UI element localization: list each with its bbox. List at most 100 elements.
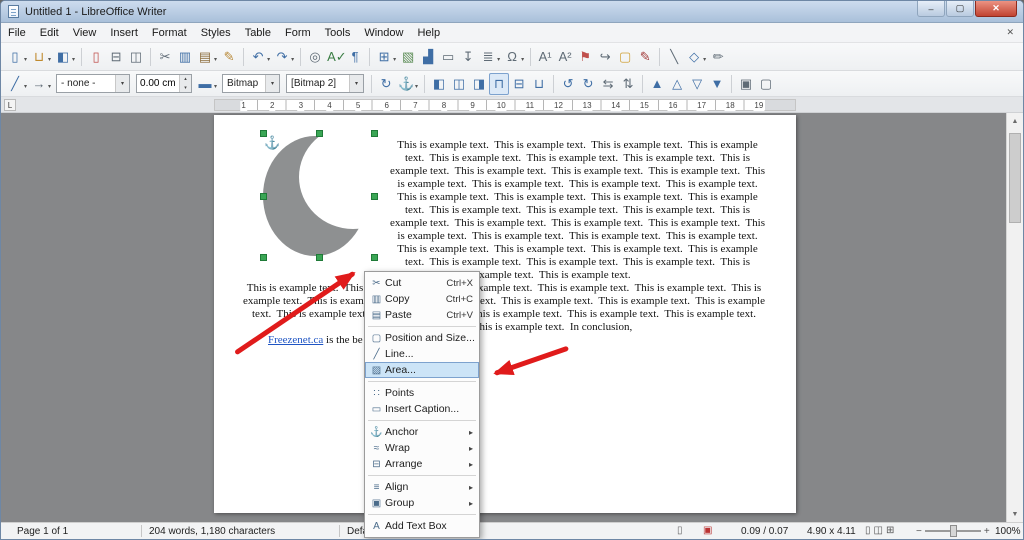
paste-button[interactable]: ▤: [195, 46, 219, 68]
menu-tools[interactable]: Tools: [318, 25, 358, 41]
print-preview-button[interactable]: ◫: [126, 46, 146, 68]
align-right-button[interactable]: ◨: [469, 73, 489, 95]
bring-to-front-button[interactable]: ▲: [647, 73, 667, 95]
document-modified-icon[interactable]: ▣: [703, 525, 712, 536]
export-pdf-button[interactable]: ▯: [86, 46, 106, 68]
special-character-button[interactable]: Ω: [502, 46, 526, 68]
spinner-arrows[interactable]: [179, 75, 192, 92]
page[interactable]: ⚓ This is example text. This is example …: [214, 115, 796, 513]
insert-chart-button[interactable]: ▟: [418, 46, 438, 68]
menu-insert[interactable]: Insert: [103, 25, 145, 41]
page-count[interactable]: Page 1 of 1: [17, 526, 68, 537]
flip-vertical-button[interactable]: ⇅: [618, 73, 638, 95]
context-menu-item-add-text-box[interactable]: A Add Text Box: [365, 518, 479, 534]
freezenet-link[interactable]: Freezenet.ca: [268, 334, 323, 346]
open-button[interactable]: ⊔: [29, 46, 53, 68]
group-button[interactable]: ▣: [736, 73, 756, 95]
object-size[interactable]: 4.90 x 4.11: [807, 526, 856, 537]
context-menu-item-anchor[interactable]: ⚓ Anchor ▸: [365, 424, 479, 440]
selection-handle[interactable]: [371, 254, 378, 261]
insert-bookmark-button[interactable]: ⚑: [575, 46, 595, 68]
selection-mode-icon[interactable]: ▯: [677, 525, 683, 536]
context-menu-item-points[interactable]: ∷ Points: [365, 385, 479, 401]
arrow-style-button[interactable]: →: [29, 73, 53, 95]
print-button[interactable]: ⊟: [106, 46, 126, 68]
rotate-button[interactable]: ↻: [376, 73, 396, 95]
line-style-button[interactable]: ╱: [5, 73, 29, 95]
show-draw-functions-button[interactable]: ✏: [708, 46, 728, 68]
align-left-button[interactable]: ◧: [429, 73, 449, 95]
vertical-scrollbar[interactable]: [1006, 113, 1023, 522]
zoom-level[interactable]: 100%: [995, 526, 1021, 537]
area-style-select[interactable]: Bitmap: [222, 74, 281, 93]
toolbar-button[interactable]: [642, 74, 644, 93]
send-to-back-button[interactable]: ▼: [707, 73, 727, 95]
anchor-button[interactable]: ⚓: [396, 73, 420, 95]
zoom-in-button[interactable]: +: [981, 526, 993, 537]
formatting-marks-button[interactable]: ¶: [345, 46, 365, 68]
cross-reference-button[interactable]: ↪: [595, 46, 615, 68]
word-count[interactable]: 204 words, 1,180 characters: [149, 526, 275, 537]
selection-handle[interactable]: [371, 193, 378, 200]
basic-shapes-button[interactable]: ◇: [684, 46, 708, 68]
context-menu-item-position-and-size[interactable]: ▢ Position and Size...: [365, 330, 479, 346]
ruler-strip[interactable]: 1 2 3 4 5 6 7 8 9 10 11 12 13 14 15 16 1…: [214, 99, 796, 111]
menu-table[interactable]: Table: [238, 25, 278, 41]
close-document-button[interactable]: ✕: [1003, 27, 1017, 38]
zoom-out-button[interactable]: −: [913, 526, 925, 537]
context-menu-item-arrange[interactable]: ⊟ Arrange ▸: [365, 456, 479, 472]
tab-stop-selector[interactable]: L: [4, 99, 16, 111]
context-menu-item[interactable]: [365, 378, 479, 385]
send-backward-button[interactable]: ▽: [687, 73, 707, 95]
insert-table-button[interactable]: ⊞: [374, 46, 398, 68]
align-bottom-button[interactable]: ⊔: [529, 73, 549, 95]
menu-window[interactable]: Window: [357, 25, 410, 41]
context-menu-item-area[interactable]: ▨ Area...: [365, 362, 479, 378]
menu-file[interactable]: File: [1, 25, 33, 41]
context-menu-item-paste[interactable]: ▤ Paste Ctrl+V: [365, 307, 479, 323]
toolbar-button[interactable]: [81, 47, 83, 66]
single-page-view-icon[interactable]: ▯: [865, 525, 871, 536]
context-menu-item[interactable]: [365, 417, 479, 424]
line-style-select[interactable]: - none -: [56, 74, 131, 93]
context-menu-item-group[interactable]: ▣ Group ▸: [365, 495, 479, 511]
flip-horizontal-button[interactable]: ⇆: [598, 73, 618, 95]
context-menu-item-align[interactable]: ≡ Align ▸: [365, 479, 479, 495]
ungroup-button[interactable]: ▢: [756, 73, 776, 95]
toolbar-button[interactable]: [300, 47, 302, 66]
insert-comment-button[interactable]: ▢: [615, 46, 635, 68]
rotate-right-button[interactable]: ↻: [578, 73, 598, 95]
save-button[interactable]: ◧: [53, 46, 77, 68]
cut-button[interactable]: ✂: [155, 46, 175, 68]
toolbar-button[interactable]: [731, 74, 733, 93]
toolbar-button[interactable]: [530, 47, 532, 66]
insert-footnote-button[interactable]: A¹: [535, 46, 555, 68]
scroll-up-button[interactable]: [1007, 113, 1023, 129]
toolbar-button[interactable]: [371, 74, 373, 93]
find-replace-button[interactable]: ◎: [305, 46, 325, 68]
bring-forward-button[interactable]: △: [667, 73, 687, 95]
insert-endnote-button[interactable]: A²: [555, 46, 575, 68]
copy-button[interactable]: ▥: [175, 46, 195, 68]
page-break-button[interactable]: ↧: [458, 46, 478, 68]
selection-handle[interactable]: [371, 130, 378, 137]
scrollbar-thumb[interactable]: [1009, 133, 1021, 223]
context-menu-item[interactable]: [365, 472, 479, 479]
context-menu-item[interactable]: [365, 323, 479, 330]
selection-handle[interactable]: [316, 254, 323, 261]
context-menu-item-cut[interactable]: ✂ Cut Ctrl+X: [365, 275, 479, 291]
align-center-button[interactable]: ◫: [449, 73, 469, 95]
area-fill-select[interactable]: [Bitmap 2]: [286, 74, 365, 93]
track-changes-button[interactable]: ✎: [635, 46, 655, 68]
menu-form[interactable]: Form: [278, 25, 318, 41]
context-menu-item-wrap[interactable]: ≈ Wrap ▸: [365, 440, 479, 456]
multi-page-view-icon[interactable]: ◫: [874, 525, 883, 536]
selection-handle[interactable]: [260, 193, 267, 200]
toolbar-button[interactable]: [659, 47, 661, 66]
context-menu-item-insert-caption[interactable]: ▭ Insert Caption...: [365, 401, 479, 417]
context-menu-item[interactable]: [365, 511, 479, 518]
maximize-button[interactable]: ▢: [946, 1, 974, 17]
toolbar-button[interactable]: [424, 74, 426, 93]
selection-handle[interactable]: [316, 130, 323, 137]
context-menu-item-line[interactable]: ╱ Line...: [365, 346, 479, 362]
